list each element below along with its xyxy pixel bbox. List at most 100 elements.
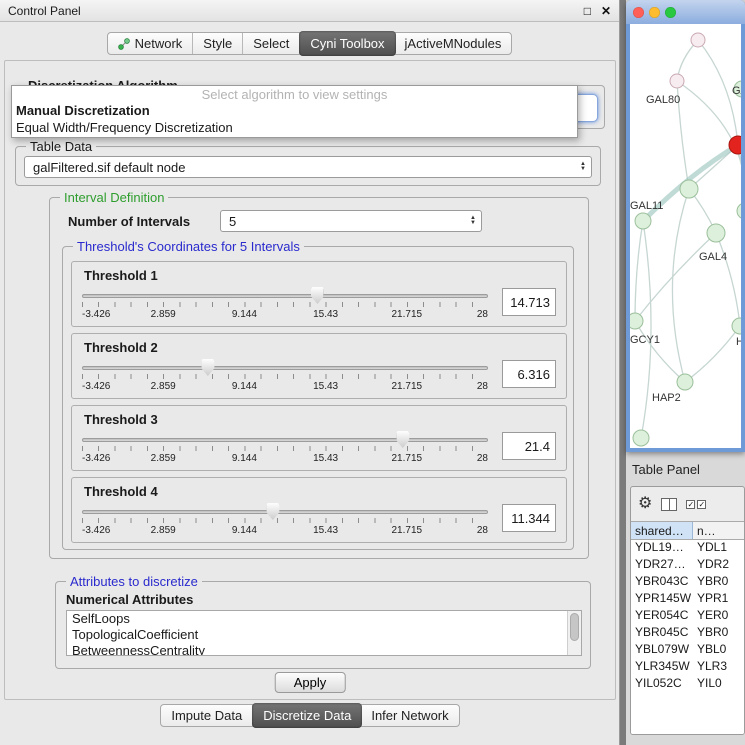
network-node[interactable] bbox=[635, 213, 651, 229]
threshold-3-label: Threshold 3 bbox=[84, 412, 158, 427]
slider-scale: -3.426 2.859 9.144 15.43 21.715 28 bbox=[82, 453, 488, 465]
tab-infer-network[interactable]: Infer Network bbox=[361, 705, 458, 726]
close-traffic-light-icon[interactable] bbox=[633, 7, 644, 18]
network-window-titlebar[interactable] bbox=[626, 0, 745, 24]
interval-definition-group: Interval Definition Number of Intervals … bbox=[49, 197, 589, 559]
table-row[interactable]: YER054CYER0 bbox=[631, 608, 744, 625]
column-selector-icon[interactable] bbox=[661, 498, 677, 511]
tab-cyni-toolbox[interactable]: Cyni Toolbox bbox=[299, 31, 395, 56]
node-label: HAP2 bbox=[652, 392, 681, 404]
control-panel-window: Control Panel □ ✕ Network Style Select C… bbox=[0, 0, 620, 745]
network-node[interactable] bbox=[670, 74, 684, 88]
table-panel-window: ⚙ ✓ ✓ shared… n… YDL19…YDL1 YDR27…YDR2 Y… bbox=[630, 486, 745, 735]
threshold-1-label: Threshold 1 bbox=[84, 268, 158, 283]
tab-impute-data[interactable]: Impute Data bbox=[161, 705, 253, 726]
slider-ticks bbox=[82, 302, 488, 307]
threshold-1-panel: Threshold 1 -3.426 2.859 9.144 15.43 bbox=[71, 261, 567, 327]
node-label: GAL80 bbox=[646, 94, 680, 106]
zoom-traffic-light-icon[interactable] bbox=[665, 7, 676, 18]
node-label: GAL4 bbox=[699, 251, 727, 263]
tab-jactivemnodules[interactable]: jActiveMNodules bbox=[395, 33, 512, 54]
checkbox-icon[interactable]: ✓ bbox=[697, 500, 706, 509]
network-canvas[interactable]: GAL80 GA GAL11 GAL4 GCY1 H HAP2 bbox=[630, 24, 741, 448]
network-node[interactable] bbox=[677, 374, 693, 390]
table-row[interactable]: YBR045CYBR0 bbox=[631, 625, 744, 642]
stepper-arrows-icon: ▲▼ bbox=[470, 216, 476, 226]
bottom-tab-bar: Impute Data Discretize Data Infer Networ… bbox=[0, 704, 620, 727]
slider-track[interactable] bbox=[82, 438, 488, 442]
dropdown-item-manual-discretization[interactable]: Manual Discretization bbox=[12, 102, 577, 119]
threshold-3-slider[interactable]: -3.426 2.859 9.144 15.43 21.715 28 bbox=[82, 430, 488, 470]
threshold-2-panel: Threshold 2 -3.426 2.859 9.144 15.43 bbox=[71, 333, 567, 399]
slider-track[interactable] bbox=[82, 510, 488, 514]
network-node[interactable] bbox=[691, 33, 705, 47]
window-title: Control Panel bbox=[8, 4, 81, 18]
table-data-combobox[interactable]: galFiltered.sif default node ▲▼ bbox=[24, 156, 592, 178]
network-node[interactable] bbox=[732, 318, 741, 334]
slider-track[interactable] bbox=[82, 366, 488, 370]
table-row[interactable]: YIL052CYIL0 bbox=[631, 676, 744, 693]
list-item-betweennesscentrality[interactable]: BetweennessCentrality bbox=[67, 643, 581, 656]
slider-track[interactable] bbox=[82, 294, 488, 298]
table-panel-toolbar: ⚙ ✓ ✓ bbox=[631, 487, 744, 521]
tab-network[interactable]: Network bbox=[108, 33, 194, 54]
slider-scale: -3.426 2.859 9.144 15.43 21.715 28 bbox=[82, 309, 488, 321]
numerical-attributes-label: Numerical Attributes bbox=[66, 592, 193, 607]
threshold-2-slider[interactable]: -3.426 2.859 9.144 15.43 21.715 28 bbox=[82, 358, 488, 398]
tab-select[interactable]: Select bbox=[243, 33, 300, 54]
control-panel-titlebar: Control Panel □ ✕ bbox=[0, 0, 619, 22]
list-item-topologicalcoefficient[interactable]: TopologicalCoefficient bbox=[67, 627, 581, 643]
table-row[interactable]: YBR043CYBR0 bbox=[631, 574, 744, 591]
threshold-4-slider[interactable]: -3.426 2.859 9.144 15.43 21.715 28 bbox=[82, 502, 488, 542]
table-panel-title: Table Panel bbox=[626, 452, 745, 486]
column-header-name[interactable]: n… bbox=[693, 522, 744, 539]
slider-scale: -3.426 2.859 9.144 15.43 21.715 28 bbox=[82, 525, 488, 537]
table-row[interactable]: YLR345WYLR3 bbox=[631, 659, 744, 676]
network-tab-icon bbox=[118, 38, 130, 50]
column-header-shared-name[interactable]: shared… bbox=[631, 522, 693, 539]
table-row[interactable]: YDL19…YDL1 bbox=[631, 540, 744, 557]
dropdown-item-equal-width-frequency[interactable]: Equal Width/Frequency Discretization bbox=[12, 119, 577, 136]
scrollbar-thumb[interactable] bbox=[570, 613, 579, 641]
checkbox-icon[interactable]: ✓ bbox=[686, 500, 695, 509]
float-window-icon[interactable]: □ bbox=[584, 4, 591, 18]
gear-icon[interactable]: ⚙ bbox=[638, 496, 652, 512]
right-dock: GAL80 GA GAL11 GAL4 GCY1 H HAP2 Table Pa… bbox=[626, 0, 745, 745]
table-row[interactable]: YPR145WYPR1 bbox=[631, 591, 744, 608]
slider-ticks bbox=[82, 446, 488, 451]
close-icon[interactable]: ✕ bbox=[601, 4, 611, 18]
threshold-1-slider[interactable]: -3.426 2.859 9.144 15.43 21.715 28 bbox=[82, 286, 488, 326]
network-view-window: GAL80 GA GAL11 GAL4 GCY1 H HAP2 bbox=[626, 0, 745, 452]
threshold-2-value-field[interactable]: 6.316 bbox=[502, 360, 556, 388]
threshold-3-panel: Threshold 3 -3.426 2.859 9.144 15.43 bbox=[71, 405, 567, 471]
network-node[interactable] bbox=[633, 430, 649, 446]
number-of-intervals-combobox[interactable]: 5 ▲▼ bbox=[220, 210, 482, 232]
thresholds-group: Threshold's Coordinates for 5 Intervals … bbox=[62, 246, 574, 550]
network-node[interactable] bbox=[707, 224, 725, 242]
cyni-toolbox-panel: Discretization Algorithm Select algorith… bbox=[4, 60, 616, 700]
numerical-attributes-list: SelfLoops TopologicalCoefficient Between… bbox=[66, 610, 582, 656]
threshold-3-value-field[interactable]: 21.4 bbox=[502, 432, 556, 460]
apply-button[interactable]: Apply bbox=[275, 672, 346, 693]
thresholds-group-title: Threshold's Coordinates for 5 Intervals bbox=[73, 239, 304, 254]
threshold-1-value-field[interactable]: 14.713 bbox=[502, 288, 556, 316]
list-item-selfloops[interactable]: SelfLoops bbox=[67, 611, 581, 627]
algorithm-dropdown-popup: Select algorithm to view settings Manual… bbox=[11, 85, 578, 138]
threshold-4-panel: Threshold 4 -3.426 2.859 9.144 15.43 bbox=[71, 477, 567, 543]
stepper-arrows-icon: ▲▼ bbox=[580, 162, 586, 172]
network-node[interactable] bbox=[737, 203, 741, 219]
tab-discretize-data[interactable]: Discretize Data bbox=[252, 703, 362, 728]
threshold-4-value-field[interactable]: 11.344 bbox=[502, 504, 556, 532]
number-of-intervals-value: 5 bbox=[229, 214, 236, 229]
tab-style[interactable]: Style bbox=[193, 33, 243, 54]
table-body: YDL19…YDL1 YDR27…YDR2 YBR043CYBR0 YPR145… bbox=[631, 540, 744, 735]
node-label: GA bbox=[732, 85, 741, 97]
node-label: GCY1 bbox=[630, 334, 660, 346]
minimize-traffic-light-icon[interactable] bbox=[649, 7, 660, 18]
attributes-scrollbar[interactable] bbox=[567, 611, 581, 655]
network-node[interactable] bbox=[630, 313, 643, 329]
table-header-row: shared… n… bbox=[631, 521, 744, 540]
table-row[interactable]: YDR27…YDR2 bbox=[631, 557, 744, 574]
network-node[interactable] bbox=[680, 180, 698, 198]
table-row[interactable]: YBL079WYBL0 bbox=[631, 642, 744, 659]
